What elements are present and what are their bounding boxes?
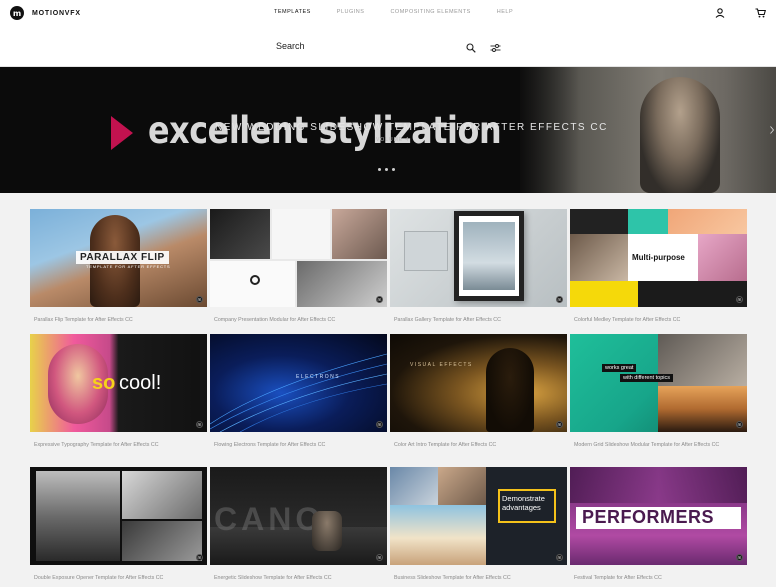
hero-figure bbox=[640, 77, 720, 193]
search-input[interactable] bbox=[270, 38, 460, 54]
motionvfx-badge-icon: m bbox=[556, 296, 563, 303]
carousel-dot[interactable] bbox=[378, 168, 381, 171]
overlay-title: CANO bbox=[214, 501, 325, 537]
template-thumbnail[interactable]: Multi-purpose m bbox=[570, 209, 747, 307]
motionvfx-badge-icon: m bbox=[376, 421, 383, 428]
motionvfx-badge-icon: m bbox=[736, 421, 743, 428]
template-caption[interactable]: Business Slideshow Template for After Ef… bbox=[394, 574, 559, 582]
motionvfx-badge-icon: m bbox=[196, 296, 203, 303]
brand-logo[interactable]: m MOTIONVFX bbox=[10, 6, 81, 20]
search-icon[interactable] bbox=[466, 40, 476, 58]
overlay-subtitle: cool! bbox=[119, 372, 162, 394]
template-caption[interactable]: Parallax Flip Template for After Effects… bbox=[34, 316, 199, 324]
overlay-subtitle: TEMPLATE FOR AFTER EFFECTS bbox=[86, 264, 171, 269]
template-caption[interactable]: Company Presentation Modular for After E… bbox=[214, 316, 379, 324]
template-caption[interactable]: Color Art Intro Template for After Effec… bbox=[394, 441, 559, 449]
template-caption[interactable]: Double Exposure Opener Template for Afte… bbox=[34, 574, 199, 582]
account-icon[interactable] bbox=[714, 7, 726, 19]
template-thumbnail[interactable]: PARALLAX FLIP TEMPLATE FOR AFTER EFFECTS… bbox=[30, 209, 207, 307]
nav-help[interactable]: HELP bbox=[497, 9, 513, 15]
template-thumbnail[interactable]: m bbox=[210, 209, 387, 307]
motionvfx-badge-icon: m bbox=[556, 421, 563, 428]
carousel-dots bbox=[378, 168, 395, 171]
template-thumbnail[interactable]: VISUAL EFFECTS m bbox=[390, 334, 567, 432]
template-thumbnail[interactable]: m bbox=[390, 209, 567, 307]
template-thumbnail[interactable]: so cool! m bbox=[30, 334, 207, 432]
nav-plugins[interactable]: PLUGINS bbox=[337, 9, 365, 15]
motionvfx-badge-icon: m bbox=[376, 554, 383, 561]
nav-compositing-elements[interactable]: COMPOSITING ELEMENTS bbox=[390, 9, 470, 15]
motionvfx-badge-icon: m bbox=[196, 421, 203, 428]
overlay-title: works great bbox=[602, 364, 637, 372]
carousel-next-icon[interactable] bbox=[770, 126, 774, 134]
carousel-dot[interactable] bbox=[392, 168, 395, 171]
overlay-title: VISUAL EFFECTS bbox=[410, 362, 473, 368]
overlay-title: Demonstrate bbox=[502, 494, 545, 503]
template-thumbnail[interactable]: m bbox=[30, 467, 207, 565]
overlay-title: so bbox=[92, 372, 116, 394]
template-caption[interactable]: Parallax Gallery Template for After Effe… bbox=[394, 316, 559, 324]
overlay-title: ELECTRONS bbox=[296, 374, 341, 380]
motionvfx-badge-icon: m bbox=[736, 554, 743, 561]
template-thumbnail[interactable]: PERFORMERS m bbox=[570, 467, 747, 565]
motionvfx-badge-icon: m bbox=[376, 296, 383, 303]
template-caption[interactable]: Energetic Slideshow Template for After E… bbox=[214, 574, 379, 582]
template-caption[interactable]: Expressive Typography Template for After… bbox=[34, 441, 199, 449]
overlay-subtitle: with different topics bbox=[620, 374, 673, 382]
logo-mark: m bbox=[10, 6, 24, 20]
motionvfx-badge-icon: m bbox=[736, 296, 743, 303]
template-thumbnail[interactable]: works great with different topics m bbox=[570, 334, 747, 432]
template-thumbnail[interactable]: CANO m bbox=[210, 467, 387, 565]
template-caption[interactable]: Festival Template for After Effects CC bbox=[574, 574, 739, 582]
search-bar bbox=[270, 38, 506, 54]
overlay-title: PARALLAX FLIP bbox=[76, 251, 169, 264]
main-nav: TEMPLATES PLUGINS COMPOSITING ELEMENTS H… bbox=[274, 9, 539, 15]
overlay-title: PERFORMERS bbox=[582, 507, 715, 527]
motionvfx-badge-icon: m bbox=[196, 554, 203, 561]
template-thumbnail[interactable]: Demonstrate advantages m bbox=[390, 467, 567, 565]
site-header: m MOTIONVFX TEMPLATES PLUGINS COMPOSITIN… bbox=[0, 0, 776, 67]
cart-icon[interactable] bbox=[754, 7, 766, 19]
carousel-dot[interactable] bbox=[385, 168, 388, 171]
header-actions bbox=[714, 7, 766, 19]
brand-name: MOTIONVFX bbox=[32, 9, 81, 17]
motionvfx-badge-icon: m bbox=[556, 554, 563, 561]
template-caption[interactable]: Flowing Electrons Template for After Eff… bbox=[214, 441, 379, 449]
filter-icon[interactable] bbox=[490, 40, 501, 58]
overlay-title: Multi-purpose bbox=[632, 253, 685, 262]
template-thumbnail[interactable]: ELECTRONS m bbox=[210, 334, 387, 432]
template-caption[interactable]: Colorful Medley Template for After Effec… bbox=[574, 316, 739, 324]
play-icon bbox=[111, 116, 133, 150]
hero-subtitle: VOLUME 4 bbox=[376, 137, 410, 143]
overlay-subtitle: advantages bbox=[502, 503, 541, 512]
nav-templates[interactable]: TEMPLATES bbox=[274, 9, 311, 15]
template-caption[interactable]: Modern Grid Slideshow Modular Template f… bbox=[574, 441, 739, 449]
hero-title: NEW WEDDING SLIDESHOW TEMPLATE FOR AFTER… bbox=[215, 122, 608, 133]
hero-banner[interactable]: excellent stylization NEW WEDDING SLIDES… bbox=[0, 67, 776, 193]
